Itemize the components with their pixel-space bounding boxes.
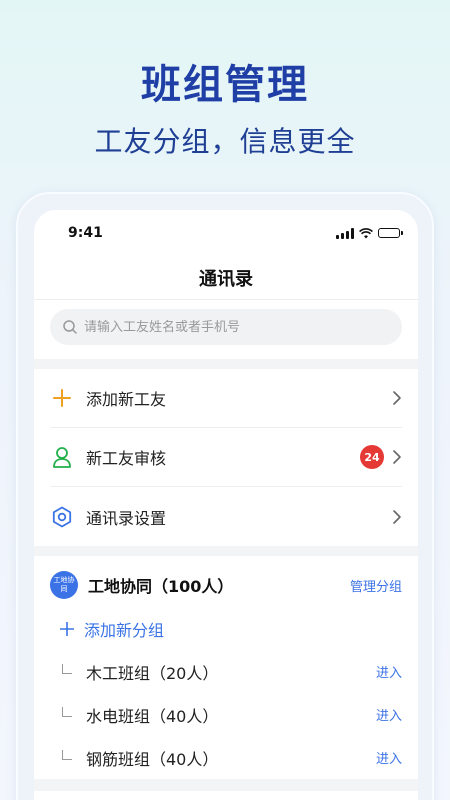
add-group-button[interactable]: 添加新分组 — [50, 614, 402, 644]
chevron-right-icon — [393, 450, 401, 464]
group-header: 工地协同 工地协同（100人） 管理分组 — [50, 556, 402, 614]
status-icons — [336, 227, 403, 239]
nav-bar: 通讯录 — [34, 256, 418, 300]
promo-subtitle: 工友分组，信息更全 — [94, 125, 356, 158]
chevron-right-icon — [393, 391, 401, 405]
group-name: 工地协同（100人） — [88, 577, 234, 596]
person-icon — [50, 445, 74, 469]
menu-item-worker-review[interactable]: 新工友审核 24 — [50, 428, 402, 487]
status-bar: 9:41 — [34, 210, 418, 256]
promo-title: 班组管理 — [141, 62, 309, 108]
chevron-right-icon — [393, 509, 401, 524]
menu-list: 添加新工友 新工友审核 24 通讯录设置 — [34, 369, 418, 546]
gear-icon — [50, 505, 74, 529]
plus-icon — [50, 386, 74, 410]
tree-branch-icon — [62, 749, 72, 760]
manage-groups-link[interactable]: 管理分组 — [350, 576, 402, 595]
tree-branch-icon — [62, 663, 72, 674]
team-name: 木工班组（20人） — [86, 663, 219, 683]
signal-icon — [336, 227, 354, 239]
search-input[interactable] — [84, 319, 364, 335]
enter-team-link[interactable]: 进入 — [376, 662, 402, 681]
team-row[interactable]: 木工班组（20人） 进入 — [50, 650, 402, 693]
pending-count-badge: 24 — [360, 445, 384, 469]
phone-screen: 9:41 通讯录 请输入工友姓名或者手机号 添加新工友 新工友审核 24 通讯录… — [34, 210, 418, 800]
group-section: 工地协同 工地协同（100人） 管理分组 添加新分组 木工班组（20人） 进入 … — [34, 556, 418, 779]
team-name: 钢筋班组（40人） — [86, 749, 219, 769]
plus-icon — [60, 622, 74, 636]
search-box[interactable] — [50, 309, 402, 345]
search-area — [34, 300, 418, 359]
search-icon — [63, 320, 77, 334]
enter-team-link[interactable]: 进入 — [376, 748, 402, 767]
menu-item-label: 添加新工友 — [86, 390, 167, 409]
team-name: 水电班组（40人） — [86, 706, 219, 726]
menu-item-label: 新工友审核 — [86, 449, 167, 468]
page-title: 通讯录 — [199, 268, 253, 290]
menu-item-label: 通讯录设置 — [86, 508, 167, 528]
enter-team-link[interactable]: 进入 — [376, 705, 402, 724]
team-row[interactable]: 水电班组（40人） 进入 — [50, 693, 402, 736]
status-time: 9:41 — [68, 225, 103, 241]
battery-icon — [378, 228, 403, 238]
menu-item-add-worker[interactable]: 添加新工友 — [50, 369, 402, 428]
wifi-icon — [359, 227, 373, 238]
group-logo: 工地协同 — [50, 571, 78, 599]
add-group-label: 添加新分组 — [84, 621, 165, 640]
tree-branch-icon — [62, 706, 72, 717]
menu-item-contacts-settings[interactable]: 通讯录设置 — [50, 487, 402, 546]
next-group-section — [34, 791, 418, 800]
team-row[interactable]: 钢筋班组（40人） 进入 — [50, 736, 402, 779]
